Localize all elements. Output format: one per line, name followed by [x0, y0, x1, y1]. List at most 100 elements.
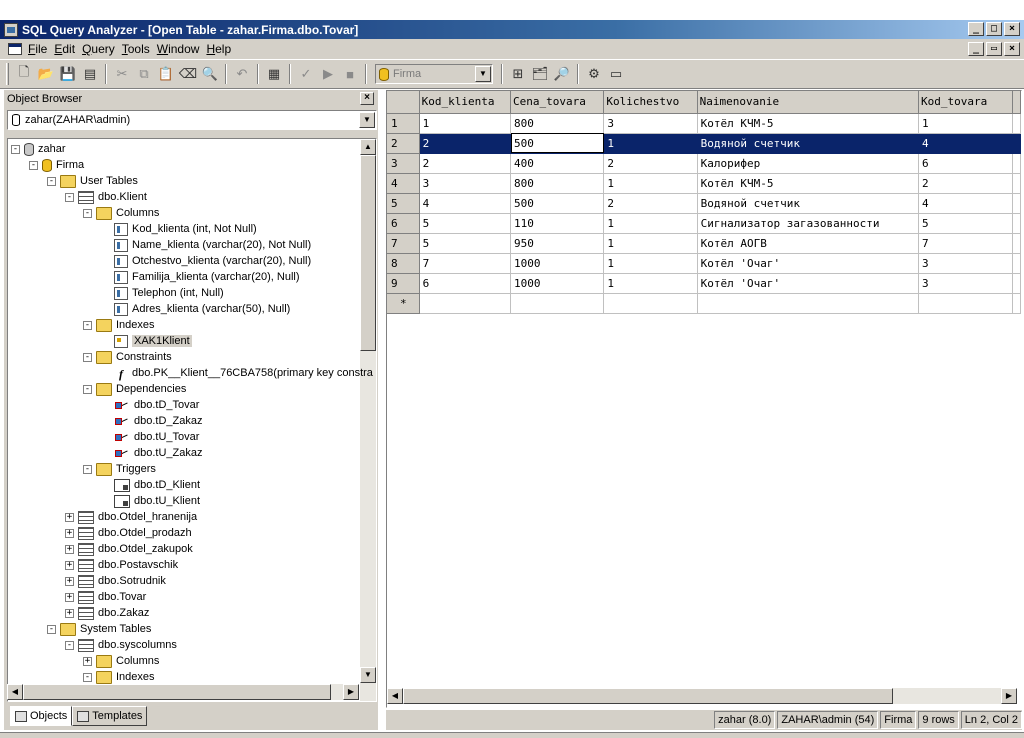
table-cell[interactable]: Котёл КЧМ-5: [697, 113, 920, 134]
undo-icon[interactable]: ↶: [232, 64, 252, 84]
mdi-restore-button[interactable]: ▭: [986, 42, 1002, 56]
table-cell[interactable]: 800: [510, 173, 605, 194]
table-cell-clipped[interactable]: [1012, 153, 1021, 174]
expand-icon[interactable]: +: [65, 592, 74, 602]
column-header[interactable]: Kod_tovara: [918, 91, 1013, 114]
database-select[interactable]: Firma ▼: [375, 64, 493, 84]
results-grid[interactable]: Kod_klienta Cena_tovara Kolichestvo Naim…: [387, 91, 1021, 314]
new-query-icon[interactable]: 🗋: [14, 64, 34, 84]
scroll-thumb[interactable]: [360, 155, 376, 351]
tree-node[interactable]: dbo.tD_Klient: [101, 477, 200, 493]
execution-plan-icon[interactable]: ⊞: [508, 64, 528, 84]
collapse-icon[interactable]: -: [83, 320, 92, 330]
chevron-down-icon[interactable]: ▼: [475, 66, 491, 82]
tab-templates[interactable]: Templates: [72, 706, 148, 726]
paste-icon[interactable]: 📋: [156, 64, 176, 84]
tree-node[interactable]: Name_klienta (varchar(20), Not Null): [101, 237, 311, 253]
table-cell[interactable]: [918, 293, 1013, 314]
tree-horizontal-scrollbar[interactable]: ◀ ▶: [7, 684, 359, 700]
collapse-icon[interactable]: -: [11, 144, 20, 154]
scroll-right-icon[interactable]: ▶: [1001, 688, 1017, 704]
expand-icon[interactable]: +: [83, 656, 92, 666]
tree-node[interactable]: + dbo.Sotrudnik: [65, 573, 166, 589]
tree-node[interactable]: - User Tables: [47, 173, 138, 189]
expand-icon[interactable]: +: [65, 528, 74, 538]
collapse-icon[interactable]: -: [65, 192, 74, 202]
tree-node[interactable]: - Constraints: [83, 349, 172, 365]
tree-node[interactable]: XAK1Klient: [101, 333, 192, 349]
table-cell[interactable]: Котёл 'Очаг': [697, 273, 920, 294]
tree-node[interactable]: Familija_klienta (varchar(20), Null): [101, 269, 300, 285]
row-header[interactable]: 6: [387, 213, 420, 234]
table-cell[interactable]: 5: [918, 213, 1013, 234]
expand-icon[interactable]: +: [65, 512, 74, 522]
save-icon[interactable]: 💾: [58, 64, 78, 84]
toolbar-grip[interactable]: [6, 63, 9, 85]
tree-node[interactable]: f dbo.PK__Klient__76CBA758(primary key co…: [101, 365, 373, 381]
tree-node[interactable]: + dbo.Postavschik: [65, 557, 178, 573]
tree-node[interactable]: - dbo.Klient: [65, 189, 147, 205]
tree-node[interactable]: + dbo.Zakaz: [65, 605, 149, 621]
menu-file[interactable]: File: [28, 42, 54, 56]
tree-node[interactable]: Adres_klienta (varchar(50), Null): [101, 301, 290, 317]
table-cell[interactable]: 2: [603, 153, 698, 174]
table-row[interactable]: 7 5 950 1 Котёл АОГВ 7: [387, 233, 1021, 254]
table-cell[interactable]: 3: [918, 253, 1013, 274]
collapse-icon[interactable]: -: [29, 160, 38, 170]
scroll-up-icon[interactable]: ▲: [360, 139, 376, 155]
table-row[interactable]: 3 2 400 2 Калорифер 6: [387, 153, 1021, 174]
mdi-close-button[interactable]: ×: [1004, 42, 1020, 56]
close-button[interactable]: ×: [1004, 22, 1020, 36]
table-cell[interactable]: 2: [419, 133, 512, 154]
collapse-icon[interactable]: -: [83, 464, 92, 474]
table-cell-clipped[interactable]: [1012, 113, 1021, 134]
table-cell[interactable]: [697, 293, 920, 314]
column-header[interactable]: Kolichestvo: [603, 91, 698, 114]
column-header-clipped[interactable]: [1012, 91, 1021, 114]
row-header[interactable]: 8: [387, 253, 420, 274]
object-browser-close-button[interactable]: ×: [360, 92, 374, 105]
tree-node[interactable]: dbo.tD_Tovar: [101, 397, 199, 413]
table-cell[interactable]: 500: [510, 193, 605, 214]
scroll-down-icon[interactable]: ▼: [360, 667, 376, 683]
grid-horizontal-scrollbar[interactable]: ◀ ▶: [387, 688, 1017, 704]
collapse-icon[interactable]: -: [83, 384, 92, 394]
table-cell[interactable]: 4: [918, 193, 1013, 214]
server-select[interactable]: zahar(ZAHAR\admin) ▼: [7, 110, 377, 130]
expand-icon[interactable]: +: [65, 576, 74, 586]
tree-node[interactable]: - Triggers: [83, 461, 156, 477]
table-row[interactable]: 9 6 1000 1 Котёл 'Очаг' 3: [387, 273, 1021, 294]
tree-node[interactable]: + dbo.Otdel_prodazh: [65, 525, 192, 541]
new-row[interactable]: *: [387, 293, 1021, 314]
collapse-icon[interactable]: -: [65, 640, 74, 650]
menu-tools[interactable]: Tools: [122, 42, 157, 56]
table-cell[interactable]: 4: [419, 193, 512, 214]
chevron-down-icon[interactable]: ▼: [359, 112, 375, 128]
minimize-button[interactable]: _: [968, 22, 984, 36]
tree-node[interactable]: - Firma: [29, 157, 84, 173]
collapse-icon[interactable]: -: [83, 352, 92, 362]
table-row[interactable]: 2 2 500 1 Водяной счетчик 4: [387, 133, 1021, 154]
table-cell[interactable]: 6: [918, 153, 1013, 174]
results-mode-icon[interactable]: ▦: [264, 64, 284, 84]
tree-node[interactable]: - Dependencies: [83, 381, 186, 397]
object-tree[interactable]: ▲ ▼ - zahar - Firma - User Tables - dbo.Klient -…: [7, 138, 377, 702]
tree-node[interactable]: - Indexes: [83, 669, 155, 685]
table-cell[interactable]: 1: [603, 213, 698, 234]
stop-icon[interactable]: ■: [340, 64, 360, 84]
table-cell[interactable]: 2: [603, 193, 698, 214]
scroll-thumb[interactable]: [403, 688, 893, 704]
tree-node[interactable]: - Indexes: [83, 317, 155, 333]
column-header[interactable]: Kod_klienta: [419, 91, 512, 114]
tree-node[interactable]: Otchestvo_klienta (varchar(20), Null): [101, 253, 311, 269]
table-cell[interactable]: [603, 293, 698, 314]
tree-node[interactable]: dbo.tU_Tovar: [101, 429, 199, 445]
menu-window[interactable]: Window: [157, 42, 207, 56]
scroll-left-icon[interactable]: ◀: [387, 688, 403, 704]
table-cell[interactable]: Котёл КЧМ-5: [697, 173, 920, 194]
table-cell-clipped[interactable]: [1012, 253, 1021, 274]
table-cell[interactable]: 3: [918, 273, 1013, 294]
table-cell[interactable]: 3: [419, 173, 512, 194]
row-header[interactable]: 2: [387, 133, 420, 154]
expand-icon[interactable]: +: [65, 544, 74, 554]
